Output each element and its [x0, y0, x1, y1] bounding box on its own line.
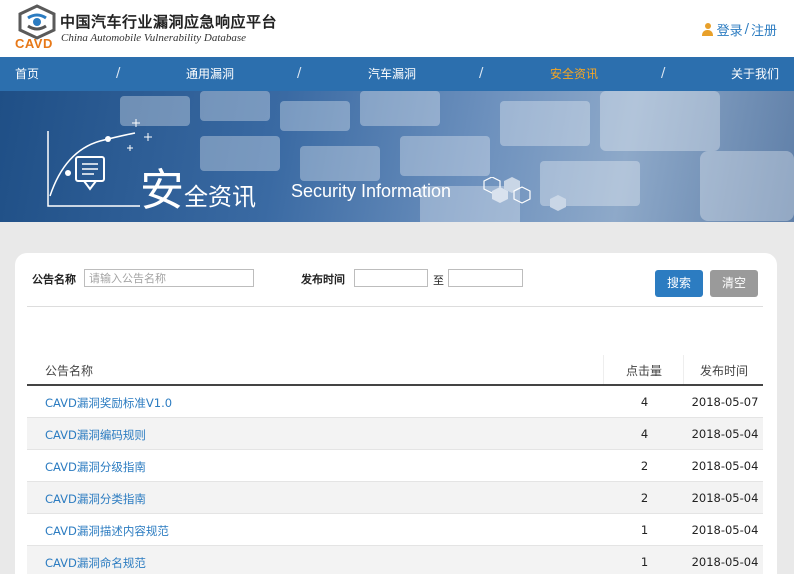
banner-title-big: 安 [140, 165, 184, 216]
nav-separator: / [297, 66, 302, 81]
announcement-link[interactable]: CAVD漏洞编码规则 [45, 427, 146, 443]
register-link[interactable]: 注册 [751, 20, 777, 39]
clear-button[interactable]: 清空 [710, 270, 758, 297]
publish-time-label: 发布时间 [301, 273, 345, 286]
publish-date: 2018-05-04 [691, 523, 759, 537]
account-links: 登录 / 注册 [701, 20, 777, 39]
nav-item-general-vulns[interactable]: 通用漏洞 [186, 57, 234, 91]
announcement-link[interactable]: CAVD漏洞描述内容规范 [45, 523, 169, 539]
page-banner: 安全资讯 Security Information [0, 91, 794, 222]
login-separator: / [744, 22, 749, 37]
hit-count: 1 [640, 555, 649, 569]
publish-date: 2018-05-07 [691, 395, 759, 409]
site-header: CAVD 中国汽车行业漏洞应急响应平台 China Automobile Vul… [0, 0, 794, 57]
table-row: CAVD漏洞分级指南 2 2018-05-04 [27, 450, 763, 482]
column-header-hits: 点击量 [626, 364, 663, 378]
nav-separator: / [116, 66, 121, 81]
logo-text: CAVD [15, 36, 53, 51]
nav-item-about[interactable]: 关于我们 [731, 57, 779, 91]
column-header-date: 发布时间 [700, 364, 749, 378]
site-subtitle: China Automobile Vulnerability Database [61, 32, 247, 44]
announcement-link[interactable]: CAVD漏洞分级指南 [45, 459, 146, 475]
column-divider [603, 355, 604, 385]
nav-item-auto-vulns[interactable]: 汽车漏洞 [368, 57, 416, 91]
table-row: CAVD漏洞分类指南 2 2018-05-04 [27, 482, 763, 514]
date-range-to-label: 至 [433, 274, 444, 287]
date-from-input[interactable] [354, 269, 428, 287]
hexagon-decoration-icon [483, 177, 566, 211]
publish-date: 2018-05-04 [691, 555, 759, 569]
announcement-link[interactable]: CAVD漏洞分类指南 [45, 491, 146, 507]
announcement-name-label: 公告名称 [32, 273, 76, 286]
hit-count: 4 [640, 427, 649, 441]
announcement-link[interactable]: CAVD漏洞命名规范 [45, 555, 146, 571]
banner-subtitle: Security Information [291, 181, 452, 201]
search-button[interactable]: 搜索 [655, 270, 703, 297]
date-to-input[interactable] [448, 269, 523, 287]
search-divider [27, 306, 763, 307]
publish-date: 2018-05-04 [691, 427, 759, 441]
login-link[interactable]: 登录 [717, 20, 743, 39]
site-title: 中国汽车行业漏洞应急响应平台 [60, 13, 278, 31]
nav-separator: / [661, 66, 666, 81]
banner-title-rest: 全资讯 [184, 183, 256, 211]
hit-count: 2 [640, 459, 649, 473]
user-icon [701, 23, 713, 36]
hit-count: 2 [640, 491, 649, 505]
publish-date: 2018-05-04 [691, 491, 759, 505]
nav-separator: / [479, 66, 484, 81]
hit-count: 4 [640, 395, 649, 409]
hit-count: 1 [640, 523, 649, 537]
announcement-link[interactable]: CAVD漏洞奖励标准V1.0 [45, 395, 172, 411]
table-row: CAVD漏洞描述内容规范 1 2018-05-04 [27, 514, 763, 546]
main-nav: 首页 / 通用漏洞 / 汽车漏洞 / 安全资讯 / 关于我们 [0, 57, 794, 91]
announcement-name-input[interactable] [84, 269, 254, 287]
column-divider [683, 355, 684, 385]
column-header-title: 公告名称 [45, 364, 94, 378]
table-row: CAVD漏洞编码规则 4 2018-05-04 [27, 418, 763, 450]
publish-date: 2018-05-04 [691, 459, 759, 473]
banner-title: 安全资讯 [140, 154, 256, 218]
nav-item-security-news[interactable]: 安全资讯 [550, 57, 598, 91]
nav-item-home[interactable]: 首页 [15, 57, 39, 91]
table-row: CAVD漏洞命名规范 1 2018-05-04 [27, 546, 763, 574]
table-row: CAVD漏洞奖励标准V1.0 4 2018-05-07 [27, 386, 763, 418]
